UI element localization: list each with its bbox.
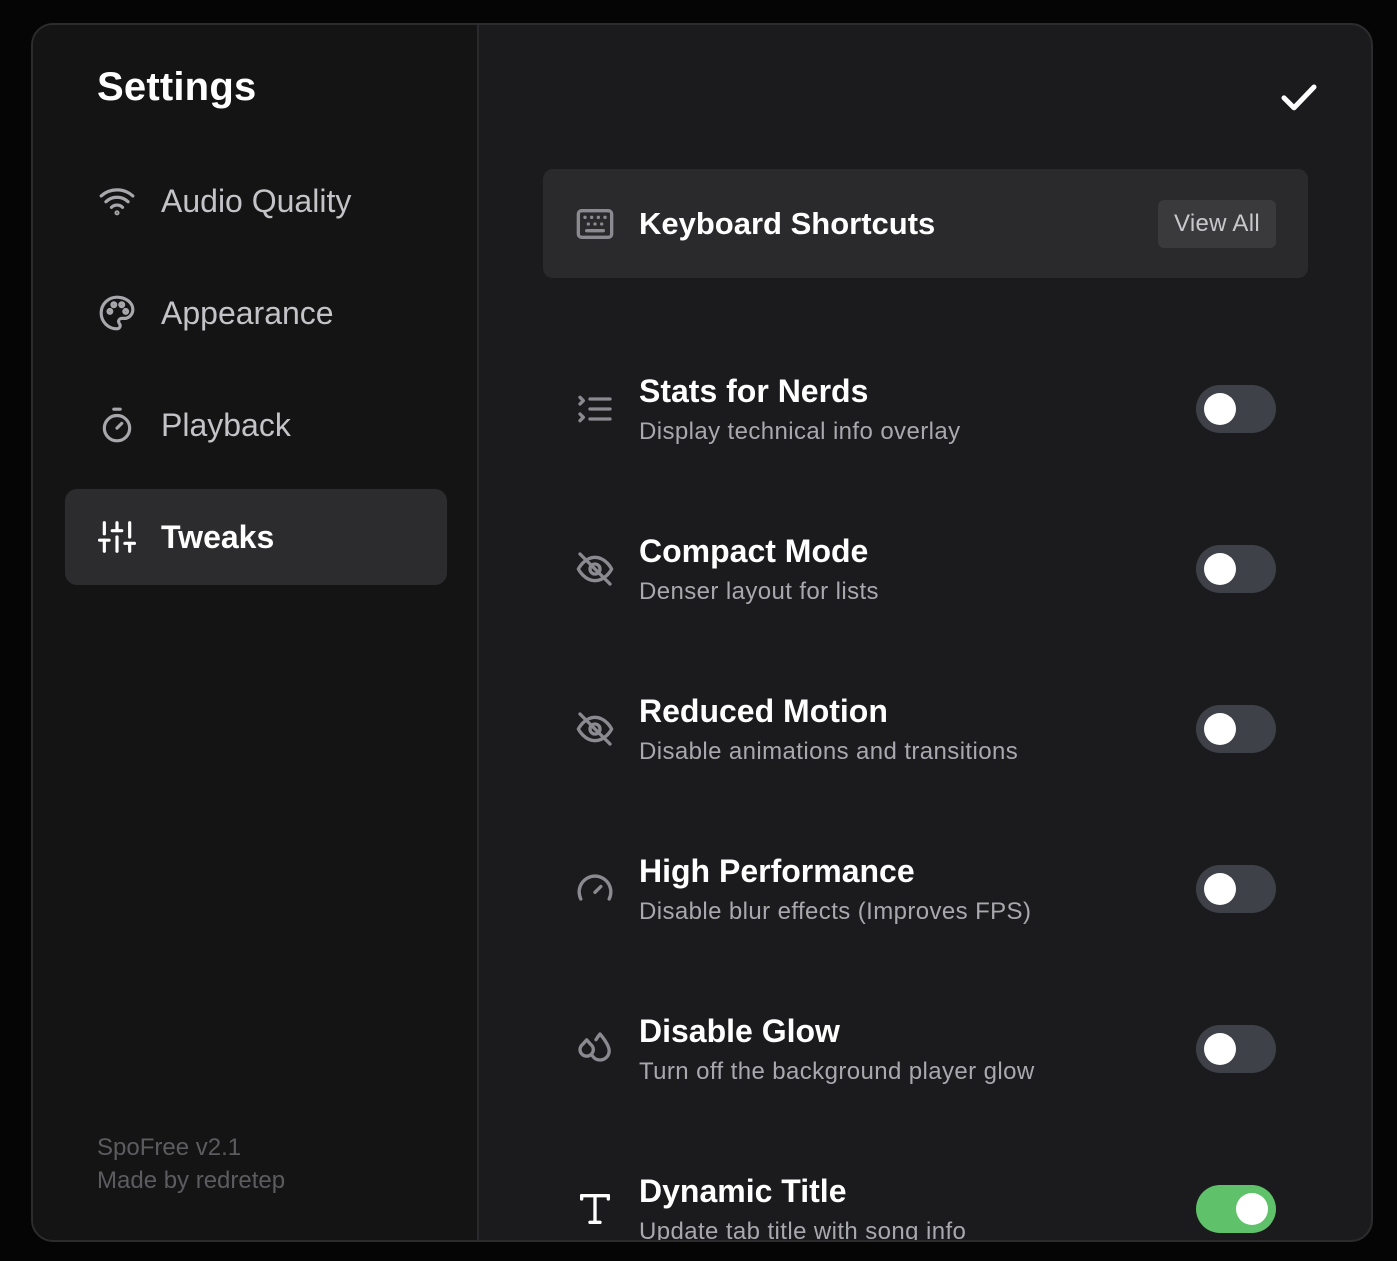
tweaks-list: Stats for Nerds Display technical info o… [543, 329, 1308, 1242]
done-button[interactable] [1277, 75, 1321, 119]
app-credit: Made by redretep [97, 1167, 286, 1194]
sidebar-item-playback[interactable]: Playback [65, 377, 447, 473]
setting-compact-mode: Compact Mode Denser layout for lists [543, 489, 1308, 649]
settings-content: Keyboard Shortcuts View All Stats for Ne… [479, 25, 1371, 1240]
eye-off-icon [573, 547, 617, 591]
keyboard-icon [573, 202, 617, 246]
gauge-icon [573, 867, 617, 911]
setting-description: Turn off the background player glow [639, 1057, 1035, 1085]
disable-glow-toggle[interactable] [1196, 1025, 1276, 1073]
eye-off-icon [573, 707, 617, 751]
high-performance-toggle[interactable] [1196, 865, 1276, 913]
toggle-knob [1204, 1033, 1236, 1065]
check-icon [1281, 84, 1317, 111]
setting-description: Disable blur effects (Improves FPS) [639, 897, 1032, 925]
setting-title: Compact Mode [639, 532, 869, 569]
setting-description: Disable animations and transitions [639, 737, 1019, 765]
toggle-knob [1204, 393, 1236, 425]
setting-title: Reduced Motion [639, 692, 888, 729]
palette-icon [97, 293, 137, 333]
keyboard-shortcuts-card: Keyboard Shortcuts View All [543, 169, 1308, 278]
toggle-knob [1204, 553, 1236, 585]
sidebar-item-label: Appearance [161, 294, 334, 331]
setting-reduced-motion: Reduced Motion Disable animations and tr… [543, 649, 1308, 809]
sidebar-item-label: Tweaks [161, 518, 275, 555]
sidebar-item-audio-quality[interactable]: Audio Quality [65, 153, 447, 249]
settings-modal: Settings Audio Quality Appearance Playba… [31, 23, 1373, 1242]
setting-high-performance: High Performance Disable blur effects (I… [543, 809, 1308, 969]
setting-description: Denser layout for lists [639, 577, 879, 605]
setting-description: Display technical info overlay [639, 417, 961, 445]
toggle-knob [1236, 1193, 1268, 1225]
toggle-knob [1204, 873, 1236, 905]
setting-title: High Performance [639, 852, 915, 889]
reduced-motion-toggle[interactable] [1196, 705, 1276, 753]
sidebar-nav: Audio Quality Appearance Playback Tweaks [65, 153, 447, 601]
sidebar-item-label: Playback [161, 406, 291, 443]
compact-mode-toggle[interactable] [1196, 545, 1276, 593]
page-title: Settings [97, 65, 257, 109]
wifi-icon [97, 181, 137, 221]
toggle-knob [1204, 713, 1236, 745]
list-icon [573, 387, 617, 431]
droplets-icon [573, 1027, 617, 1071]
stats-for-nerds-toggle[interactable] [1196, 385, 1276, 433]
keyboard-shortcuts-title: Keyboard Shortcuts [639, 205, 936, 241]
setting-description: Update tab title with song info [639, 1217, 967, 1242]
sliders-icon [97, 517, 137, 557]
sidebar-item-label: Audio Quality [161, 182, 352, 219]
setting-disable-glow: Disable Glow Turn off the background pla… [543, 969, 1308, 1129]
sidebar-item-tweaks[interactable]: Tweaks [65, 489, 447, 585]
view-all-button[interactable]: View All [1157, 199, 1276, 248]
setting-title: Disable Glow [639, 1012, 840, 1049]
dynamic-title-toggle[interactable] [1196, 1185, 1276, 1233]
sidebar-item-appearance[interactable]: Appearance [65, 265, 447, 361]
setting-dynamic-title: Dynamic Title Update tab title with song… [543, 1129, 1308, 1242]
setting-stats-for-nerds: Stats for Nerds Display technical info o… [543, 329, 1308, 489]
app-footer: SpoFree v2.1 Made by redretep [97, 1131, 285, 1197]
type-icon [573, 1187, 617, 1231]
setting-title: Stats for Nerds [639, 372, 869, 409]
app-version: SpoFree v2.1 [97, 1134, 242, 1161]
setting-title: Dynamic Title [639, 1172, 847, 1209]
sidebar: Settings Audio Quality Appearance Playba… [33, 25, 479, 1240]
timer-icon [97, 405, 137, 445]
